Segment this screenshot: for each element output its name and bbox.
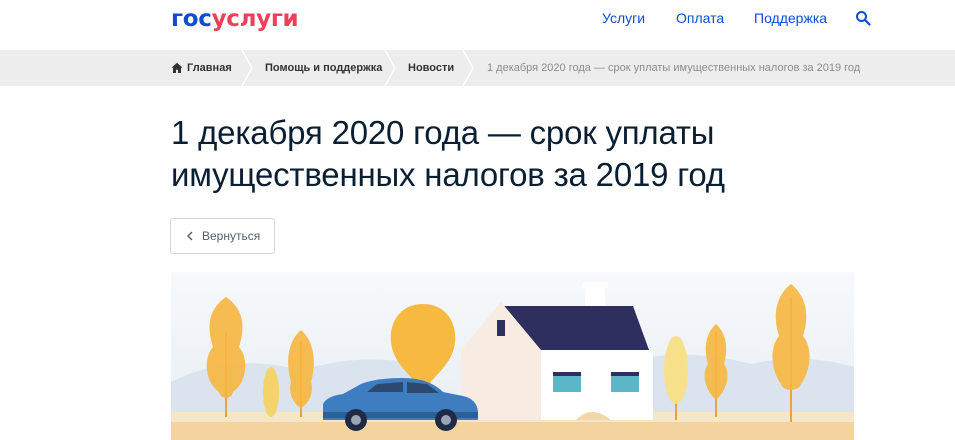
breadcrumb: Главная Помощь и поддержка Новости 1 дек… <box>0 50 955 86</box>
article-illustration <box>171 272 854 440</box>
home-icon <box>171 62 183 73</box>
breadcrumb-separator <box>462 50 474 86</box>
breadcrumb-item-help[interactable]: Помощь и поддержка <box>265 50 382 86</box>
breadcrumb-current: 1 декабря 2020 года — срок уплаты имущес… <box>487 62 861 74</box>
page-title-line-2: имущественных налогов за 2019 год <box>171 156 725 193</box>
nav-link-services[interactable]: Услуги <box>602 9 645 27</box>
page-title-line-1: 1 декабря 2020 года — срок уплаты <box>171 114 715 151</box>
logo-part-gos: гос <box>171 6 212 32</box>
back-button[interactable]: Вернуться <box>170 218 275 254</box>
breadcrumb-separator <box>384 50 396 86</box>
page-title: 1 декабря 2020 года — срок уплаты имущес… <box>171 112 871 196</box>
back-button-label: Вернуться <box>202 229 261 243</box>
chevron-left-icon <box>187 231 193 241</box>
breadcrumb-separator <box>241 50 253 86</box>
logo-part-uslugi: услуги <box>211 6 299 32</box>
breadcrumb-item-news[interactable]: Новости <box>408 50 454 86</box>
gosuslugi-logo[interactable]: госуслуги <box>171 5 299 33</box>
nav-link-payment[interactable]: Оплата <box>676 9 724 27</box>
nav-link-support[interactable]: Поддержка <box>754 9 827 27</box>
site-header: госуслуги Услуги Оплата Поддержка <box>0 0 955 50</box>
search-icon[interactable] <box>855 10 871 26</box>
breadcrumb-item-home[interactable]: Главная <box>187 50 232 86</box>
